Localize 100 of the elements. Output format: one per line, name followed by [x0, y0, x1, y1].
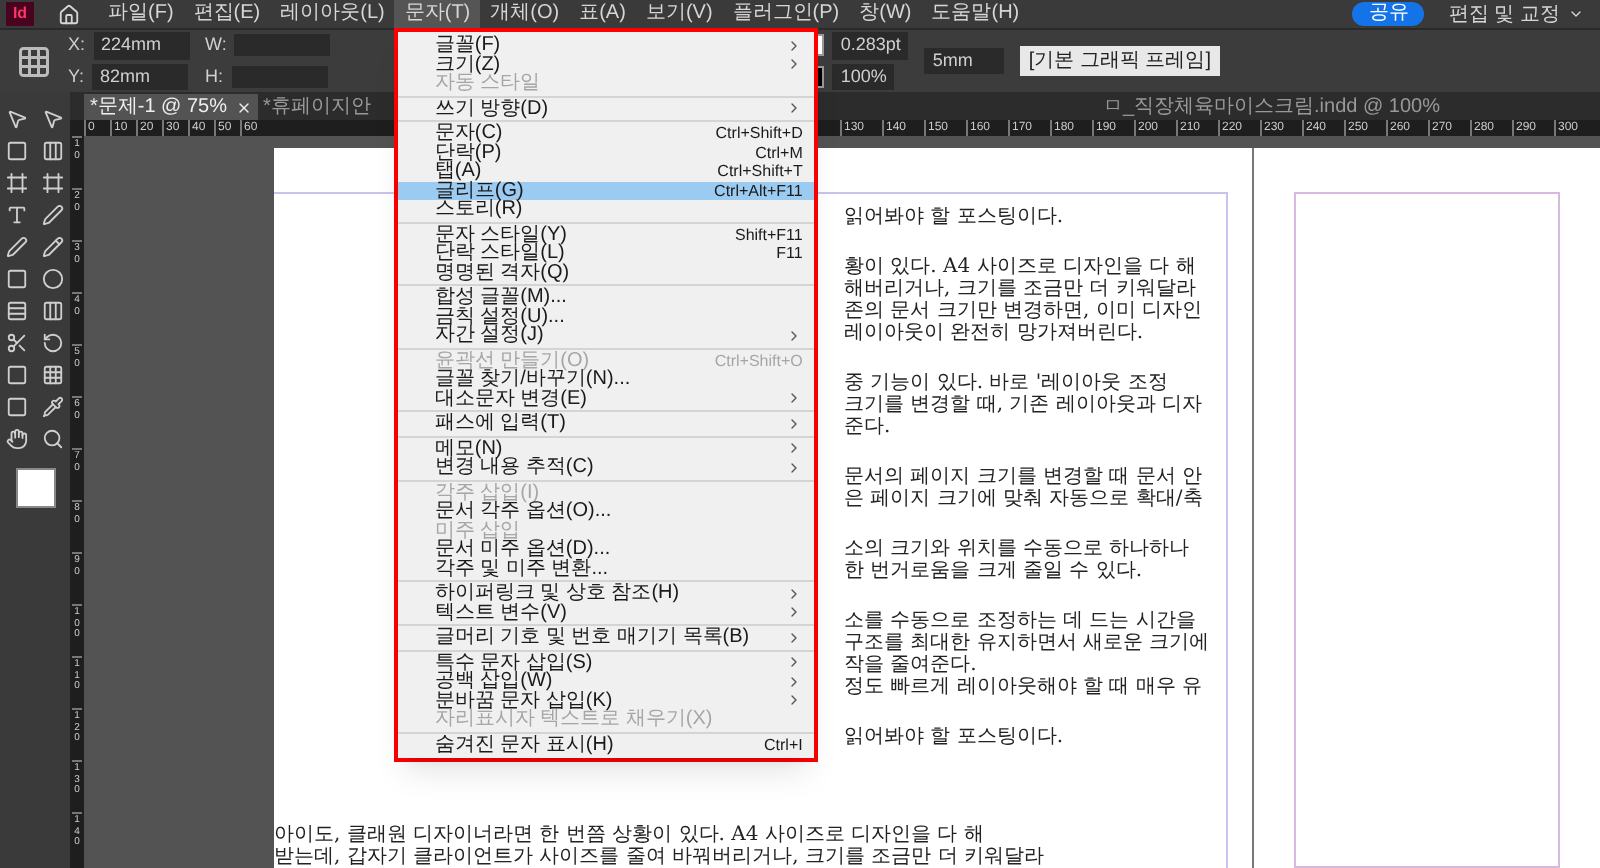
menu-title[interactable]: 플러그인(P) [722, 0, 850, 28]
body-text-line: 존의 문서 크기만 변경하면, 이미 디자인 [844, 300, 1205, 322]
tool-icon[interactable] [6, 172, 29, 194]
menu-item[interactable]: 하이퍼링크 및 상호 참조(H) [398, 584, 815, 603]
body-text-line: 해버리거나, 크기를 조금만 더 키워달라 [844, 278, 1198, 300]
menu-item[interactable]: 문서 미주 옵션(D)... [398, 540, 815, 559]
document-tab-label[interactable]: ㅁ_직장체육마이스크림.indd @ 100% [1102, 94, 1440, 120]
menu-item[interactable]: 쓰기 방향(D) [398, 99, 815, 118]
body-text-line: 준다. [844, 416, 893, 438]
menu-title[interactable]: 레이아웃(L) [270, 0, 395, 28]
tool-icon[interactable] [41, 140, 64, 162]
body-text-line: 한 번거로움을 크게 줄일 수 있다. [844, 560, 1145, 582]
tool-icon[interactable] [41, 300, 64, 322]
tool-icon[interactable] [6, 428, 29, 450]
menu-item[interactable]: 숨겨진 문자 표시(H) Ctrl+I [398, 735, 815, 754]
menu-title[interactable]: 편집(E) [183, 0, 271, 28]
tool-icon[interactable] [6, 268, 29, 290]
tool-icon[interactable] [41, 268, 64, 290]
tool-icon[interactable] [41, 236, 64, 258]
menu-item[interactable]: 텍스트 변수(V) [398, 603, 815, 622]
tool-icon[interactable] [6, 108, 29, 130]
close-icon[interactable] [235, 99, 252, 115]
menu-item[interactable]: 크기(Z) [398, 55, 815, 74]
tool-icon[interactable] [41, 428, 64, 450]
menu-item[interactable]: 문자 스타일(Y) Shift+F11 [398, 225, 815, 244]
tool-icon[interactable] [6, 332, 29, 354]
tool-icon[interactable] [6, 204, 29, 226]
share-button[interactable]: 공유 [1352, 2, 1425, 26]
field-label: W: [205, 32, 227, 58]
menu-item[interactable]: 메모(N) [398, 439, 815, 458]
caret-icon [1568, 6, 1584, 22]
menu-item[interactable]: 탭(A) Ctrl+Shift+T [398, 162, 815, 181]
menu-title[interactable]: 창(W) [849, 0, 922, 28]
tool-icon[interactable] [6, 300, 29, 322]
body-text-line: 읽어봐야 할 포스팅이다. [844, 726, 1066, 748]
document-tab[interactable]: *휴페이지안 [257, 94, 377, 120]
menu-title[interactable]: 도움말(H) [921, 0, 1030, 28]
body-text-line: 정도 빠르게 레이아웃해야 할 때 매우 유 [844, 676, 1205, 698]
menu-item[interactable]: 대소문자 변경(E) [398, 389, 815, 408]
tool-icon[interactable] [41, 108, 64, 130]
body-text-line: 작을 줄여준다. [844, 654, 979, 676]
menu-item[interactable]: 합성 글꼴(M)... [398, 288, 815, 307]
body-text-line: 문서의 페이지 크기를 변경할 때 문서 안 [844, 466, 1205, 488]
input-field[interactable]: 224mm [93, 32, 190, 59]
menu-item[interactable]: 단락 스타일(L) F11 [398, 244, 815, 263]
body-text-line: 레이아웃이 완전히 망가져버린다. [844, 322, 1146, 344]
scale-field[interactable]: 100% [832, 63, 895, 90]
body-text-line: 구조를 최대한 유지하면서 새로운 크기에 [844, 632, 1212, 654]
menu-item[interactable]: 글꼴(F) [398, 36, 815, 55]
tool-icon[interactable] [41, 364, 64, 386]
tool-icon[interactable] [6, 364, 29, 386]
app-logo[interactable]: Id [6, 2, 34, 26]
menu-item[interactable]: 금칙 설정(U)... [398, 307, 815, 326]
body-text-line: 아이도, 클래원 디자이너라면 한 번쯤 상황이 있다. A4 사이즈로 디자인을 다 해 [274, 824, 986, 846]
tool-icon[interactable] [41, 204, 64, 226]
menu-item[interactable]: 문서 각주 옵션(O)... [398, 502, 815, 521]
body-text-line: 크기를 변경할 때, 기존 레이아웃과 디자 [844, 394, 1205, 416]
menu-item[interactable]: 특수 문자 삽입(S) [398, 653, 815, 672]
menu-title[interactable]: 개체(O) [480, 0, 570, 28]
body-text-line: 소의 크기와 위치를 수동으로 하나하나 [844, 538, 1192, 560]
menu-item[interactable]: 글리프(G) Ctrl+Alt+F11 [398, 181, 815, 200]
menu-title[interactable]: 보기(V) [635, 0, 723, 28]
input-field[interactable]: 82mm [92, 63, 189, 90]
tool-icon[interactable] [41, 396, 64, 418]
menu-item[interactable]: 분바꿈 문자 삽입(K) [398, 691, 815, 710]
fill-stroke-swatch[interactable] [15, 468, 55, 508]
menu-item[interactable]: 패스에 입력(T) [398, 414, 815, 433]
home-icon[interactable] [58, 3, 80, 25]
body-text-line: 은 페이지 크기에 맞춰 자동으로 확대/축 [844, 488, 1205, 510]
body-text-line: 소를 수동으로 조정하는 데 드는 시간을 [844, 610, 1198, 632]
menu-title[interactable]: 문자(T) [394, 0, 481, 28]
stroke-weight-field[interactable]: 0.283pt [832, 32, 909, 59]
reference-point-icon[interactable] [16, 43, 52, 79]
body-text-line: 황이 있다. A4 사이즈로 디자인을 다 해 [844, 256, 1198, 278]
tool-icon[interactable] [6, 396, 29, 418]
field-label: X: [68, 32, 86, 58]
menu-item[interactable]: 자간 설정(J) [398, 326, 815, 345]
tool-icon[interactable] [41, 332, 64, 354]
menu-item[interactable]: 변경 내용 추적(C) [398, 458, 815, 477]
field-label: H: [205, 63, 224, 89]
tool-icon[interactable] [41, 172, 64, 194]
object-style-dropdown[interactable]: [기본 그래픽 프레임] [1020, 46, 1220, 76]
menu-title[interactable]: 파일(F) [98, 0, 184, 28]
document-tab[interactable]: *문제-1 @ 75% [84, 94, 258, 120]
menu-item[interactable]: 공백 삽입(W) [398, 672, 815, 691]
menu-item[interactable]: 문자(C) Ctrl+Shift+D [398, 124, 815, 143]
menu-item[interactable]: 스토리(R) [398, 200, 815, 219]
menu-title[interactable]: 표(A) [569, 0, 636, 28]
menu-item[interactable]: 명명된 격자(Q) [398, 263, 815, 282]
menu-item[interactable]: 글꼴 찾기/바꾸기(N)... [398, 370, 815, 389]
tool-icon[interactable] [6, 140, 29, 162]
body-text-line: 받는데, 갑자기 클라이언트가 사이즈를 줄여 바꿔버리거나, 크기를 조금만 더 키워달라 [274, 846, 1046, 868]
field-label: Y: [68, 63, 85, 89]
tool-icon[interactable] [6, 236, 29, 258]
body-text-line: 읽어봐야 할 포스팅이다. [844, 206, 1066, 228]
gap-field[interactable]: 5mm [924, 47, 1005, 75]
body-text-line: 중 기능이 있다. 바로 '레이아웃 조정 [844, 372, 1170, 394]
menu-item[interactable]: 단락(P) Ctrl+M [398, 143, 815, 162]
menu-item[interactable]: 글머리 기호 및 번호 매기기 목록(B) [398, 628, 815, 647]
menu-item[interactable]: 각주 및 미주 변환... [398, 559, 815, 578]
